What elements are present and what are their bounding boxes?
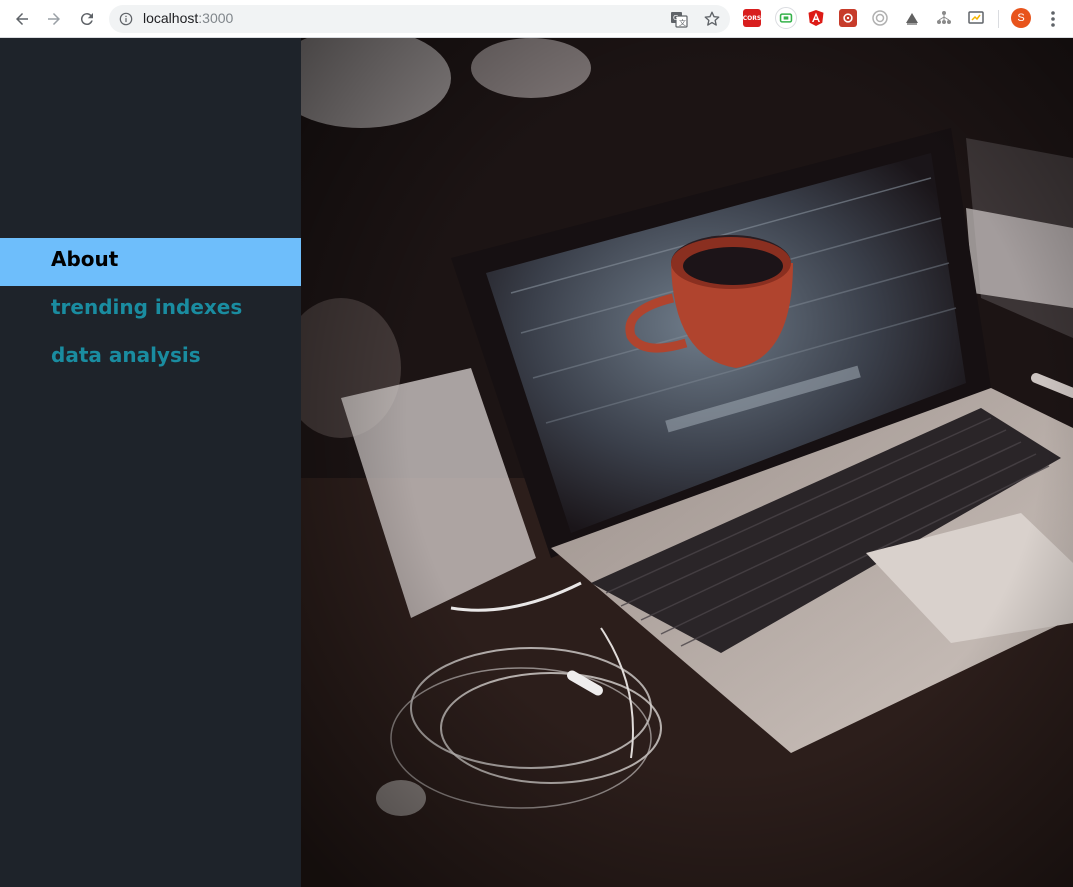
- browser-toolbar: localhost:3000 G 文 CORS S: [0, 0, 1073, 38]
- hero-image: [301, 38, 1073, 887]
- tree-extension-icon[interactable]: [935, 9, 953, 27]
- profile-avatar[interactable]: S: [1011, 8, 1031, 28]
- back-icon[interactable]: [8, 5, 36, 33]
- laptop-with-coffee-cup-photo: [301, 38, 1073, 887]
- url-text: localhost:3000: [143, 10, 233, 26]
- sidebar-item-trending-indexes[interactable]: trending indexes: [0, 286, 301, 334]
- angular-icon[interactable]: [807, 9, 825, 27]
- address-bar[interactable]: localhost:3000 G 文: [109, 5, 730, 33]
- url-port: :3000: [198, 10, 234, 26]
- cast-extension-icon[interactable]: [967, 9, 985, 27]
- more-menu-icon[interactable]: [1046, 9, 1060, 29]
- page-content: About trending indexes data analysis: [0, 38, 1073, 887]
- sidebar-item-about[interactable]: About: [0, 238, 301, 286]
- red-extension-icon[interactable]: [839, 9, 857, 27]
- info-icon[interactable]: [119, 12, 133, 26]
- cors-icon[interactable]: CORS: [743, 9, 761, 27]
- forward-icon[interactable]: [40, 5, 68, 33]
- svg-text:文: 文: [679, 18, 686, 27]
- toolbar-divider: [998, 10, 999, 28]
- lighthouse-icon[interactable]: [871, 9, 889, 27]
- reload-icon[interactable]: [73, 5, 101, 33]
- sidebar: About trending indexes data analysis: [0, 38, 301, 887]
- bookmark-star-icon[interactable]: [703, 10, 721, 28]
- url-host: localhost: [143, 10, 199, 26]
- translate-icon[interactable]: G 文: [670, 10, 688, 28]
- tab-extension-icon[interactable]: [775, 7, 797, 29]
- sidebar-item-data-analysis[interactable]: data analysis: [0, 334, 301, 382]
- svg-text:G: G: [673, 14, 678, 22]
- gray-extension-icon[interactable]: [903, 9, 921, 27]
- sidebar-menu: About trending indexes data analysis: [0, 238, 301, 382]
